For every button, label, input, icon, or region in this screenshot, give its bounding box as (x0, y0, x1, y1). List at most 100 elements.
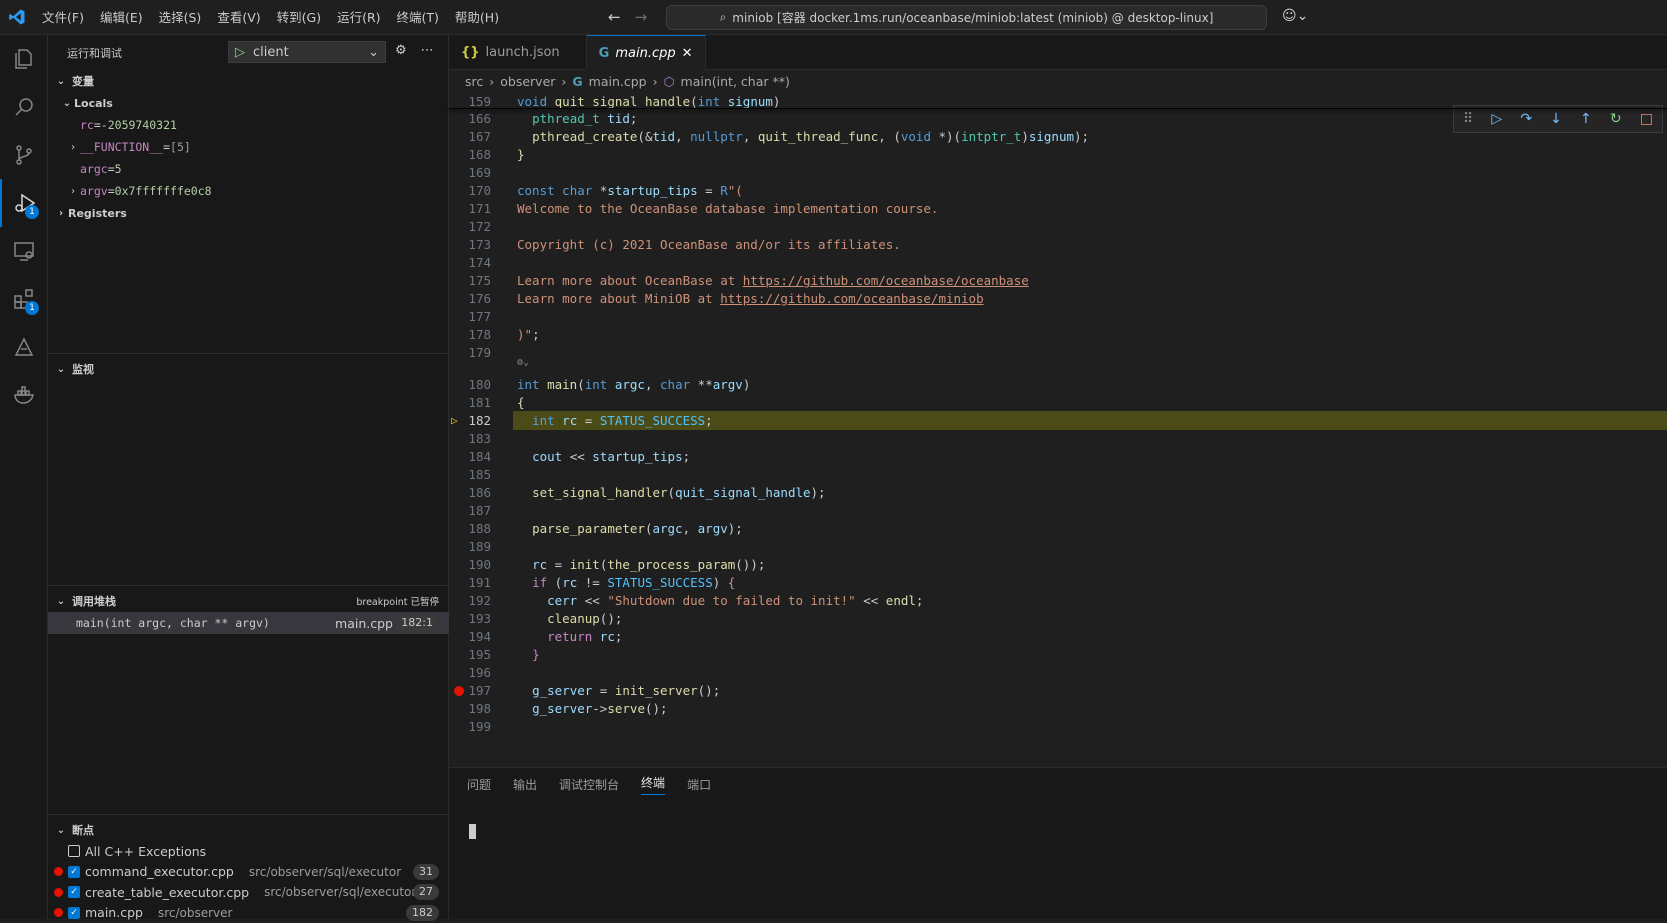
code-line[interactable]: 195 } (449, 645, 1667, 664)
code-text: int rc = STATUS_SUCCESS; (517, 413, 713, 428)
code-line[interactable]: 197 g_server = init_server(); (449, 681, 1667, 700)
code-text: } (517, 147, 525, 162)
breadcrumb-item[interactable]: main.cpp (589, 74, 647, 89)
code-line[interactable]: 181{ (449, 393, 1667, 412)
stack-frame[interactable]: main(int argc, char ** argv) main.cpp 18… (48, 612, 449, 634)
breakpoint-row[interactable]: ✓main.cppsrc/observer182 (48, 903, 449, 923)
code-line[interactable]: 176Learn more about MiniOB at https://gi… (449, 289, 1667, 308)
panel-tab[interactable]: 输出 (513, 776, 537, 793)
activity-bar: 1 1 (0, 35, 48, 919)
source-control-icon[interactable] (0, 131, 48, 179)
breakpoint-row[interactable]: All C++ Exceptions (48, 841, 449, 862)
menu-item[interactable]: 编辑(E) (92, 0, 151, 35)
breakpoint-checkbox[interactable] (68, 845, 80, 857)
breadcrumb-item[interactable]: observer (500, 74, 555, 89)
callstack-header[interactable]: ⌄调用堆栈breakpoint 已暂停 (48, 590, 449, 612)
code-line[interactable]: 169 (449, 163, 1667, 182)
breakpoint-checkbox[interactable]: ✓ (68, 907, 80, 919)
code-text: } (517, 647, 540, 662)
code-line[interactable]: 168} (449, 145, 1667, 164)
code-line[interactable]: 185 (449, 465, 1667, 484)
code-line[interactable]: 190 rc = init(the_process_param()); (449, 555, 1667, 574)
code-line[interactable]: 172 (449, 217, 1667, 236)
locals-scope[interactable]: ⌄Locals (48, 92, 449, 114)
breakpoint-checkbox[interactable]: ✓ (68, 866, 80, 878)
code-line[interactable]: 187 (449, 501, 1667, 520)
breakpoints-header[interactable]: ⌄断点 (48, 819, 449, 841)
code-line[interactable]: 194 return rc; (449, 627, 1667, 646)
explorer-icon[interactable] (0, 35, 48, 83)
code-line[interactable]: 166 pthread_t tid; (449, 109, 1667, 128)
code-line[interactable]: 186 set_signal_handler(quit_signal_handl… (449, 483, 1667, 502)
variables-header[interactable]: ⌄变量 (48, 70, 449, 92)
breakpoint-dot-icon[interactable] (454, 686, 464, 696)
code-line[interactable]: 173Copyright (c) 2021 OceanBase and/or i… (449, 235, 1667, 254)
breakpoint-row[interactable]: ✓create_table_executor.cppsrc/observer/s… (48, 882, 449, 903)
docker-icon[interactable] (0, 371, 48, 419)
code-line[interactable]: 167 pthread_create(&tid, nullptr, quit_t… (449, 127, 1667, 146)
menu-item[interactable]: 转到(G) (269, 0, 329, 35)
more-actions-icon[interactable]: ⋯ (421, 43, 434, 58)
testing-icon[interactable] (0, 323, 48, 371)
forward-arrow-icon[interactable]: → (635, 8, 648, 26)
copilot-icon[interactable]: ☺⌄ (1282, 8, 1308, 24)
gear-icon[interactable]: ⚙ (395, 43, 407, 58)
code-line[interactable]: 183 (449, 429, 1667, 448)
command-center[interactable]: ⌕ miniob [容器 docker.1ms.run/oceanbase/mi… (666, 5, 1267, 30)
code-line[interactable]: 179 (449, 343, 1667, 362)
callstack-status: breakpoint 已暂停 (356, 594, 449, 608)
code-line[interactable]: 192 cerr << "Shutdown due to failed to i… (449, 591, 1667, 610)
breakpoint-checkbox[interactable]: ✓ (68, 886, 80, 898)
code-line[interactable]: 198 g_server->serve(); (449, 699, 1667, 718)
variable-row[interactable]: rc = -2059740321 (48, 114, 449, 136)
remote-explorer-icon[interactable] (0, 227, 48, 275)
launch-config-select[interactable]: ▷ client ⌄ (228, 41, 386, 63)
variable-value: 0x7fffffffe0c8 (115, 184, 212, 198)
code-line[interactable]: 170const char *startup_tips = R"( (449, 181, 1667, 200)
code-line[interactable]: 193 cleanup(); (449, 609, 1667, 628)
menu-item[interactable]: 文件(F) (34, 0, 92, 35)
panel-tab[interactable]: 终端 (641, 774, 665, 795)
code-line[interactable]: 184 cout << startup_tips; (449, 447, 1667, 466)
variable-row[interactable]: argc = 5 (48, 158, 449, 180)
code-line[interactable]: 196 (449, 663, 1667, 682)
code-line[interactable]: 175Learn more about OceanBase at https:/… (449, 271, 1667, 290)
variable-row[interactable]: ›argv = 0x7fffffffe0c8 (48, 180, 449, 202)
codelens-icon[interactable]: ⚙⌄ (517, 357, 529, 368)
search-icon[interactable] (0, 83, 48, 131)
back-arrow-icon[interactable]: ← (608, 8, 621, 26)
watch-header[interactable]: ⌄监视 (48, 358, 449, 380)
menu-item[interactable]: 终端(T) (389, 0, 447, 35)
panel-tab[interactable]: 问题 (467, 776, 491, 793)
code-line[interactable]: 191 if (rc != STATUS_SUCCESS) { (449, 573, 1667, 592)
code-line[interactable]: 189 (449, 537, 1667, 556)
breadcrumb-item[interactable]: src (465, 74, 483, 89)
code-line[interactable]: 188 parse_parameter(argc, argv); (449, 519, 1667, 538)
code-line[interactable]: 178)"; (449, 325, 1667, 344)
chevron-right-icon: › (489, 74, 494, 89)
panel-tab[interactable]: 调试控制台 (559, 776, 619, 793)
breadcrumb-item[interactable]: main(int, char **) (681, 74, 790, 89)
registers-scope[interactable]: ›Registers (48, 202, 449, 224)
menu-item[interactable]: 运行(R) (329, 0, 388, 35)
menu-item[interactable]: 帮助(H) (447, 0, 507, 35)
extensions-icon[interactable]: 1 (0, 275, 48, 323)
line-number: 183 (449, 431, 491, 446)
run-debug-icon[interactable]: 1 (0, 179, 48, 227)
menu-item[interactable]: 查看(V) (209, 0, 268, 35)
breakpoint-row[interactable]: ✓command_executor.cppsrc/observer/sql/ex… (48, 862, 449, 883)
code-line[interactable]: 174 (449, 253, 1667, 272)
code-line[interactable]: 171Welcome to the OceanBase database imp… (449, 199, 1667, 218)
code-line[interactable]: 199 (449, 717, 1667, 736)
editor-tab[interactable]: {}launch.json (449, 35, 587, 70)
code-line[interactable]: ▷182 int rc = STATUS_SUCCESS; (513, 411, 1667, 430)
menu-item[interactable]: 选择(S) (151, 0, 210, 35)
start-debug-icon[interactable]: ▷ (235, 45, 245, 60)
code-line[interactable]: 180int main(int argc, char **argv) (449, 375, 1667, 394)
close-icon[interactable]: ✕ (682, 46, 693, 61)
breakpoint-label: All C++ Exceptions (85, 844, 206, 859)
variable-row[interactable]: ›__FUNCTION__ = [5] (48, 136, 449, 158)
editor-tab[interactable]: Gmain.cpp✕ (587, 35, 706, 70)
panel-tab[interactable]: 端口 (687, 776, 711, 793)
code-line[interactable]: 177 (449, 307, 1667, 326)
